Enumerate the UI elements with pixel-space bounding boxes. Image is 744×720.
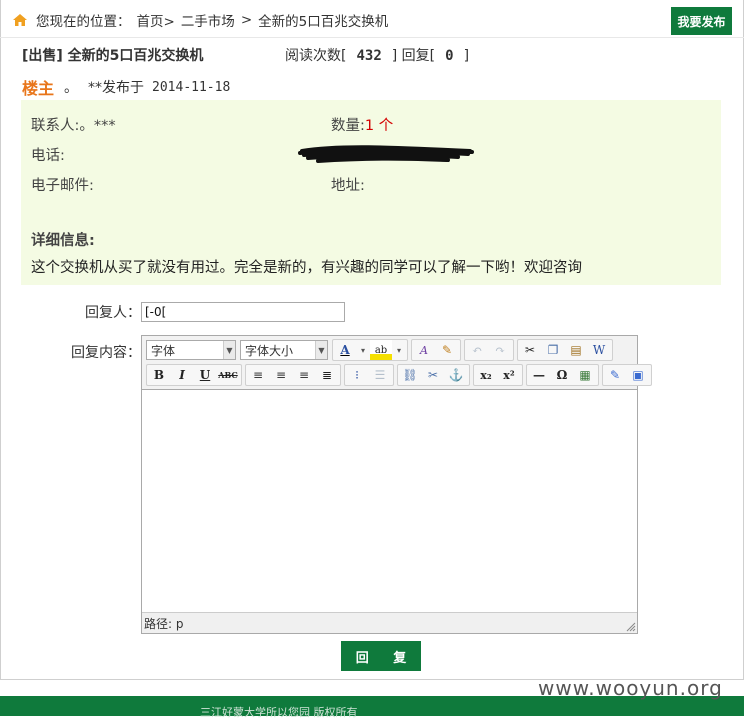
chevron-down-icon: ▼ xyxy=(223,341,235,359)
paste-word-icon[interactable]: W xyxy=(588,340,610,360)
text-color-icon[interactable]: A xyxy=(334,340,356,360)
italic-icon[interactable]: I xyxy=(171,365,193,385)
replier-label: 回复人： xyxy=(85,305,141,321)
unlink-icon[interactable]: ✂ xyxy=(422,365,444,385)
detail-title: 详细信息: xyxy=(31,233,95,249)
contact-label: 联系人: xyxy=(31,118,80,134)
style-group: B I U ABC xyxy=(146,364,242,386)
align-group: ≡ ≡ ≡ ≣ xyxy=(245,364,341,386)
owner-label: 楼主 xyxy=(22,79,55,98)
special-char-icon[interactable]: Ω xyxy=(551,365,573,385)
align-justify-icon[interactable]: ≣ xyxy=(316,365,338,385)
text-style-icon[interactable]: A xyxy=(413,340,435,360)
media-icon[interactable]: ▦ xyxy=(574,365,596,385)
breadcrumb-home-link[interactable]: 首页> xyxy=(137,10,175,30)
copy-icon[interactable]: ❐ xyxy=(542,340,564,360)
strikethrough-icon[interactable]: ABC xyxy=(217,365,239,385)
highlight-color-icon[interactable]: ab xyxy=(370,340,392,360)
editor-statusbar: 路径: p xyxy=(142,612,637,633)
bold-icon[interactable]: B xyxy=(148,365,170,385)
address-label: 地址: xyxy=(331,178,365,194)
subscript-icon[interactable]: x₂ xyxy=(475,365,497,385)
chevron-down-icon[interactable]: ▾ xyxy=(357,340,369,360)
contact-value: 。*** xyxy=(79,118,116,134)
link-icon[interactable]: ⛓ xyxy=(399,365,421,385)
font-select-value: 字体 xyxy=(151,343,176,358)
link-group: ⛓ ✂ ⚓ xyxy=(397,364,470,386)
quantity-value: 1 个 xyxy=(364,118,394,134)
quantity-row: 数量:1 个 xyxy=(331,114,393,135)
views-count: 432 xyxy=(356,48,382,64)
toolbar-row-1: 字体 ▼ 字体大小 ▼ A ▾ ab ▾ A ✎ ↶ ↷ ✂ ❐ ▤ W xyxy=(146,338,616,362)
editor-content-area[interactable] xyxy=(142,390,637,612)
insert-group: — Ω ▦ xyxy=(526,364,599,386)
paste-icon[interactable]: ▤ xyxy=(565,340,587,360)
posted-label: **发布于 xyxy=(88,80,145,96)
editor-toolbar: 字体 ▼ 字体大小 ▼ A ▾ ab ▾ A ✎ ↶ ↷ ✂ ❐ ▤ W B I… xyxy=(142,336,652,390)
post-date: 2014-11-18 xyxy=(152,79,231,95)
misc-group: ✎ ▣ xyxy=(602,364,652,386)
font-size-select-value: 字体大小 xyxy=(245,343,294,358)
script-group: x₂ x² xyxy=(473,364,523,386)
email-label: 电子邮件: xyxy=(31,178,94,194)
font-select[interactable]: 字体 ▼ xyxy=(146,340,236,360)
superscript-icon[interactable]: x² xyxy=(498,365,520,385)
divider xyxy=(0,37,744,38)
contact-row: 联系人:。*** xyxy=(31,114,116,135)
replier-input[interactable]: [-0[ xyxy=(141,302,345,322)
phone-label: 电话: xyxy=(31,148,65,164)
breadcrumb-prefix: 您现在的位置： xyxy=(36,14,131,30)
author-dot: 。 xyxy=(64,80,79,96)
redaction-scribble xyxy=(298,145,474,163)
post-title: [出售] 全新的5口百兆交换机 xyxy=(22,48,204,64)
home-icon xyxy=(13,14,27,26)
clipboard-group: ✂ ❐ ▤ W xyxy=(517,339,613,361)
breadcrumb: 您现在的位置： 首页> 二手市场 > 全新的5口百兆交换机 xyxy=(12,10,394,30)
undo-icon[interactable]: ↶ xyxy=(466,340,488,360)
breadcrumb-separator: > xyxy=(240,12,253,28)
color-group: A ▾ ab ▾ xyxy=(332,339,408,361)
chevron-down-icon: ▼ xyxy=(315,341,327,359)
detail-text: 这个交换机从买了就没有用过。完全是新的，有兴趣的同学可以了解一下哟！欢迎咨询 xyxy=(31,260,582,276)
list-group: ⁝ ☰ xyxy=(344,364,394,386)
editor-path: 路径: p xyxy=(144,616,184,631)
publish-button[interactable]: 我要发布 xyxy=(671,7,732,35)
post-stats: 阅读次数[ 432 ] 回复[ 0] xyxy=(285,45,469,65)
fullscreen-icon[interactable]: ▣ xyxy=(627,365,649,385)
views-label: 阅读次数[ xyxy=(285,48,347,64)
author-row: 楼主 。 **发布于 2014-11-18 xyxy=(22,75,230,99)
format-group: A ✎ xyxy=(411,339,461,361)
history-group: ↶ ↷ xyxy=(464,339,514,361)
post-header: [出售] 全新的5口百兆交换机 阅读次数[ 432 ] 回复[ 0] xyxy=(22,45,469,65)
edit-html-icon[interactable]: ✎ xyxy=(604,365,626,385)
horizontal-rule-icon[interactable]: — xyxy=(528,365,550,385)
unordered-list-icon[interactable]: ☰ xyxy=(369,365,391,385)
underline-icon[interactable]: U xyxy=(194,365,216,385)
content-label: 回复内容： xyxy=(71,345,141,361)
post-info-box: 联系人:。*** 数量:1 个 电话: 电子邮件: 地址: 详细信息: 这个交换… xyxy=(21,100,721,285)
reply-submit-button[interactable]: 回 复 xyxy=(341,641,421,671)
cut-icon[interactable]: ✂ xyxy=(519,340,541,360)
breadcrumb-current: 全新的5口百兆交换机 xyxy=(258,14,389,30)
chevron-down-icon[interactable]: ▾ xyxy=(393,340,405,360)
ordered-list-icon[interactable]: ⁝ xyxy=(346,365,368,385)
breadcrumb-market-link[interactable]: 二手市场 xyxy=(181,10,235,30)
replies-label: ] 回复[ xyxy=(391,48,436,64)
redo-icon[interactable]: ↷ xyxy=(489,340,511,360)
align-right-icon[interactable]: ≡ xyxy=(293,365,315,385)
watermark: www.wooyun.org xyxy=(538,676,723,700)
align-center-icon[interactable]: ≡ xyxy=(270,365,292,385)
align-left-icon[interactable]: ≡ xyxy=(247,365,269,385)
anchor-icon[interactable]: ⚓ xyxy=(445,365,467,385)
font-size-select[interactable]: 字体大小 ▼ xyxy=(240,340,328,360)
rich-text-editor: 字体 ▼ 字体大小 ▼ A ▾ ab ▾ A ✎ ↶ ↷ ✂ ❐ ▤ W B I… xyxy=(141,335,652,634)
replies-end: ] xyxy=(463,48,470,64)
toolbar-row-2: B I U ABC ≡ ≡ ≡ ≣ ⁝ ☰ ⛓ ✂ ⚓ x₂ x² — Ω ▦ … xyxy=(146,363,655,387)
quantity-label: 数量: xyxy=(331,118,365,134)
footer-text: 三江好蒙大学所以您园 版权所有 xyxy=(200,706,358,719)
resize-grip-icon[interactable] xyxy=(626,622,636,632)
clear-format-brush-icon[interactable]: ✎ xyxy=(436,340,458,360)
replies-count: 0 xyxy=(445,48,454,64)
